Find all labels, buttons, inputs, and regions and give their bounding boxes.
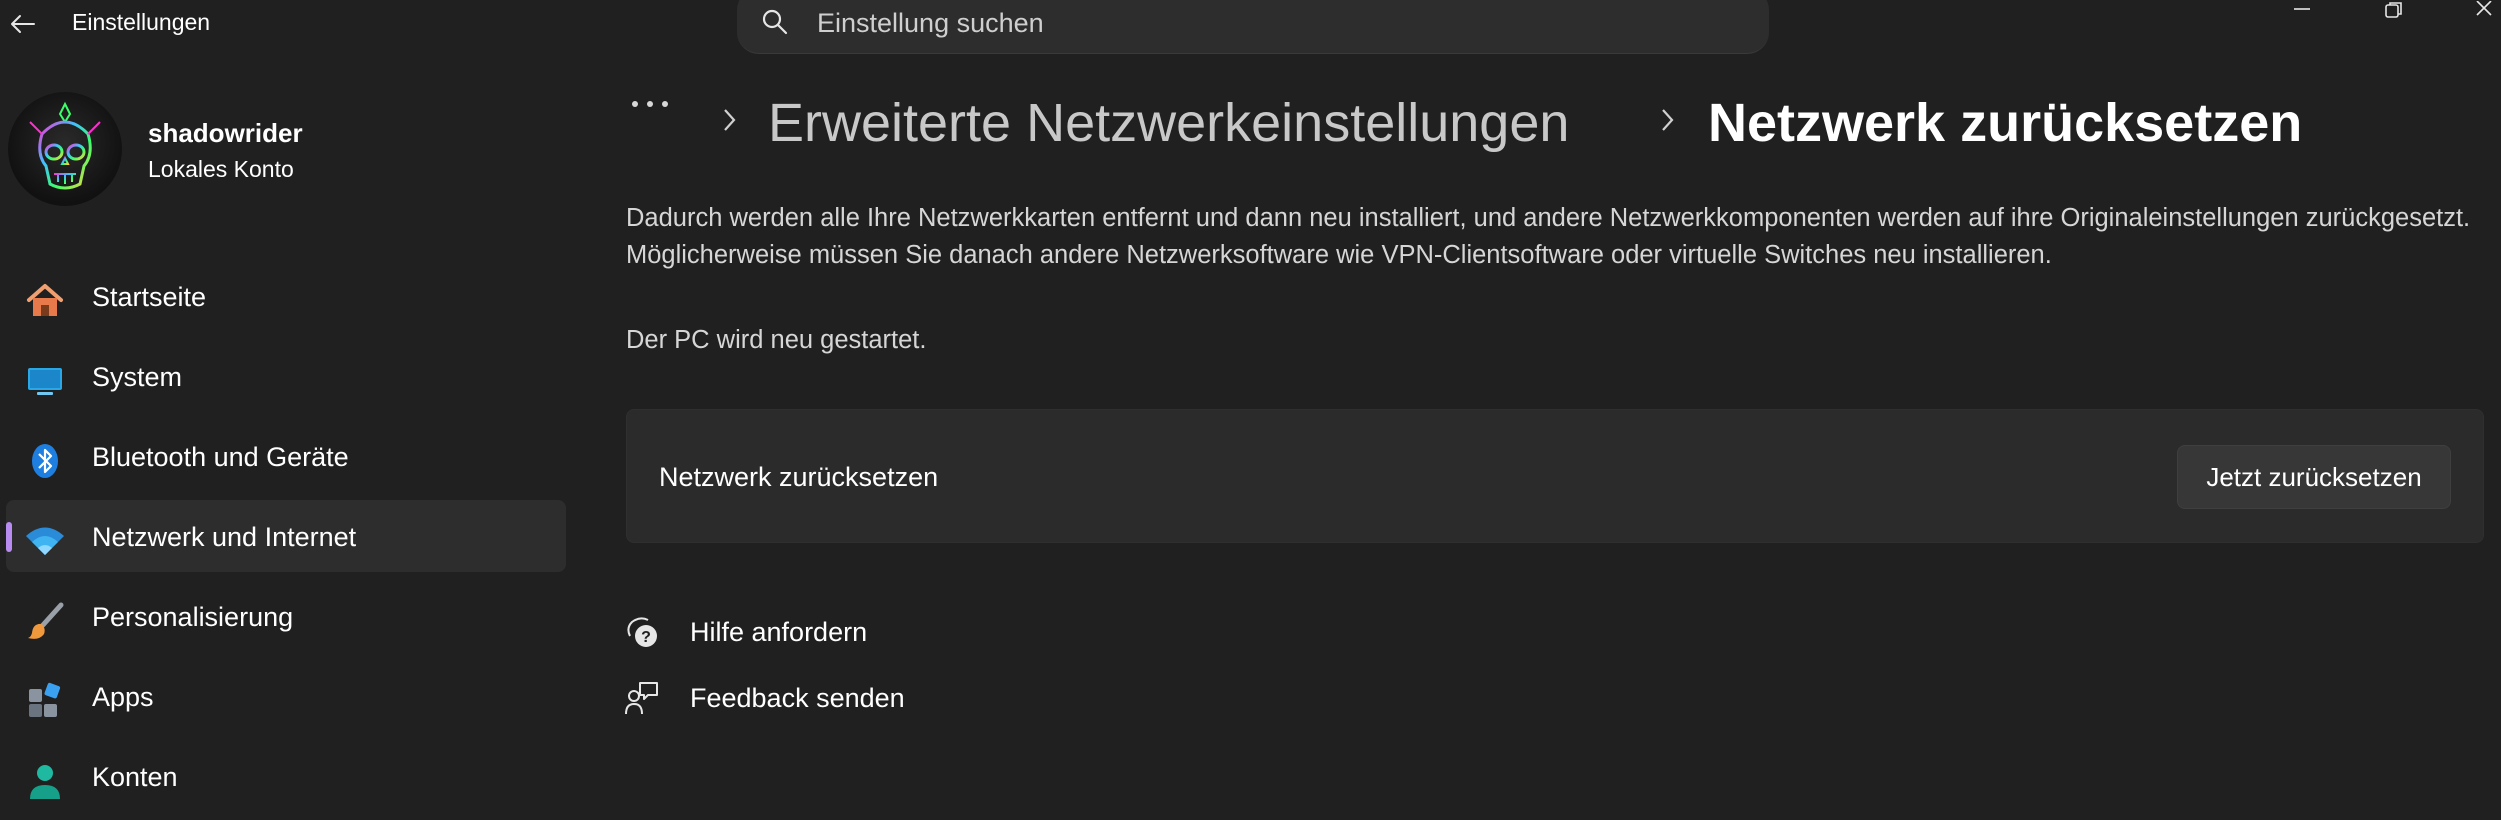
sidebar-item-label: System — [92, 362, 183, 392]
sidebar-item-netzwerk[interactable]: Netzwerk und Internet — [6, 500, 566, 572]
wifi-icon — [24, 520, 66, 562]
breadcrumb-parent[interactable]: Erweiterte Netzwerkeinstellungen — [768, 92, 1569, 154]
sidebar-item-system[interactable]: System — [6, 340, 566, 412]
network-reset-card: Netzwerk zurücksetzen Jetzt zurücksetzen — [626, 409, 2484, 543]
app-title: Einstellungen — [72, 9, 211, 35]
back-arrow-icon — [11, 15, 35, 33]
help-link-label: Hilfe anfordern — [690, 617, 868, 647]
sidebar-item-label: Bluetooth und Geräte — [92, 442, 349, 472]
reset-now-button[interactable]: Jetzt zurücksetzen — [2177, 445, 2451, 509]
active-indicator — [6, 522, 12, 552]
back-button[interactable] — [0, 0, 44, 48]
help-link[interactable]: ? Hilfe anfordern — [624, 612, 867, 652]
restart-note: Der PC wird neu gestartet. — [626, 326, 927, 354]
skull-avatar-icon — [29, 101, 101, 190]
minimize-icon — [2294, 8, 2310, 10]
help-icon: ? — [627, 617, 657, 647]
sidebar-item-bluetooth[interactable]: Bluetooth und Geräte — [6, 420, 566, 492]
restore-button[interactable] — [2370, 0, 2418, 20]
person-icon — [24, 760, 66, 802]
brush-icon — [24, 600, 66, 642]
close-icon — [2476, 1, 2492, 16]
sidebar-item-label: Apps — [92, 682, 154, 712]
feedback-icon — [625, 682, 658, 715]
search-input[interactable] — [817, 8, 1717, 38]
sidebar-item-label: Personalisierung — [92, 602, 294, 632]
sidebar-item-label: Startseite — [92, 282, 207, 312]
sidebar-item-startseite[interactable]: Startseite — [6, 260, 566, 332]
apps-icon — [24, 680, 66, 722]
minimize-button[interactable] — [2278, 0, 2326, 20]
home-icon — [24, 280, 66, 322]
bluetooth-icon — [24, 440, 66, 482]
sidebar-item-personalisierung[interactable]: Personalisierung — [6, 580, 566, 652]
sidebar-item-label: Konten — [92, 762, 178, 792]
card-label: Netzwerk zurücksetzen — [659, 462, 939, 492]
close-button[interactable] — [2460, 0, 2501, 20]
sidebar-nav: Startseite System Bluetooth und Geräte N… — [6, 260, 566, 820]
account-type: Lokales Konto — [148, 156, 294, 182]
feedback-link-label: Feedback senden — [690, 683, 905, 713]
restore-icon — [2385, 2, 2402, 18]
feedback-link[interactable]: Feedback senden — [624, 678, 905, 718]
description-text: Dadurch werden alle Ihre Netzwerkkarten … — [626, 204, 2471, 269]
sidebar-item-label: Netzwerk und Internet — [92, 522, 357, 552]
sidebar-item-apps[interactable]: Apps — [6, 660, 566, 732]
monitor-icon — [24, 360, 66, 402]
search-icon — [762, 9, 788, 35]
sidebar-item-konten[interactable]: Konten — [6, 740, 566, 812]
breadcrumb-overflow-button[interactable] — [632, 101, 668, 107]
page-title: Netzwerk zurücksetzen — [1708, 93, 2303, 153]
svg-text:?: ? — [641, 629, 651, 646]
user-name: shadowrider — [148, 118, 303, 148]
search-box[interactable] — [737, 0, 1769, 54]
chevron-right-icon — [1662, 109, 1674, 131]
avatar[interactable] — [8, 92, 122, 206]
chevron-right-icon — [724, 109, 736, 131]
